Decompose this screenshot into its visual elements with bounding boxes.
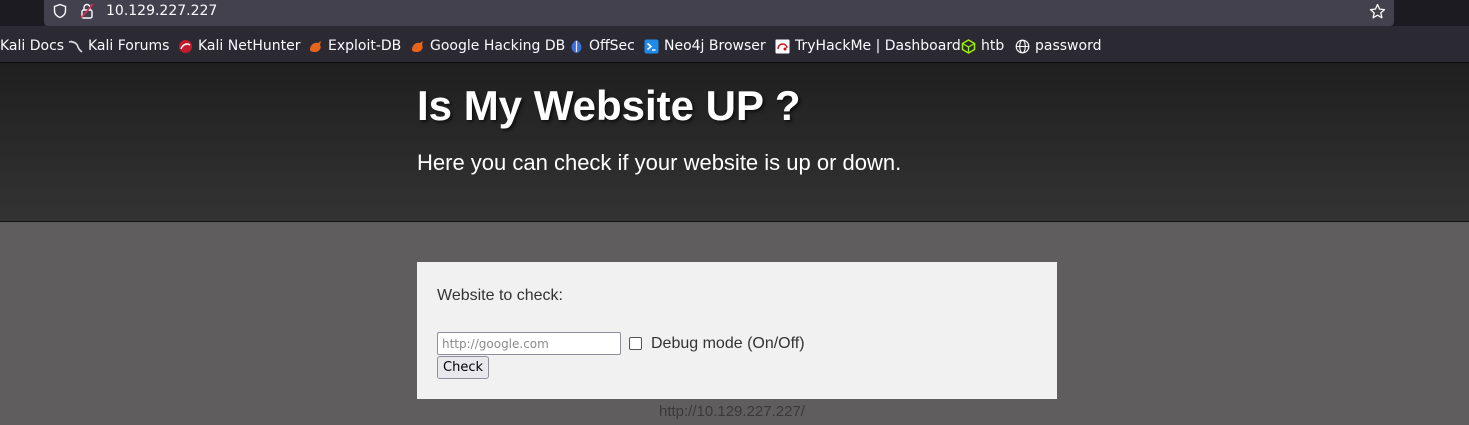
bookmark-kali-forums[interactable]: Kali Forums bbox=[68, 37, 169, 55]
website-url-input[interactable] bbox=[437, 332, 621, 355]
url-bar[interactable] bbox=[44, 0, 1394, 26]
bookmark-label: OffSec bbox=[589, 38, 635, 54]
bookmark-label: Kali NetHunter bbox=[198, 38, 301, 54]
check-form-panel bbox=[417, 262, 1057, 399]
page-subtitle: Here you can check if your website is up… bbox=[417, 150, 902, 175]
bookmark-label: TryHackMe | Dashboard bbox=[795, 38, 961, 54]
bookmark-kali-docs[interactable]: Kali Docs bbox=[0, 37, 64, 55]
htb-cube-icon bbox=[961, 38, 976, 54]
debug-mode-checkbox[interactable] bbox=[629, 337, 642, 350]
tryhackme-icon bbox=[775, 39, 790, 54]
offsec-icon bbox=[569, 39, 584, 54]
page-title: Is My Website UP ? bbox=[417, 82, 801, 129]
exploitdb-icon bbox=[308, 39, 323, 54]
globe-icon bbox=[1015, 39, 1030, 54]
bookmark-label: htb bbox=[981, 38, 1005, 54]
bookmark-htb[interactable]: htb bbox=[961, 37, 1004, 55]
bookmark-label: Kali Docs bbox=[0, 38, 65, 54]
bookmark-label: Exploit-DB bbox=[328, 38, 402, 54]
bookmark-google-hacking-db[interactable]: Google Hacking DB bbox=[410, 37, 565, 55]
bookmarks-toolbar: Kali Docs Kali Forums Kali NetHunter Exp… bbox=[0, 26, 1469, 63]
website-label: Website to check: bbox=[437, 287, 563, 304]
bookmark-kali-nethunter[interactable]: Kali NetHunter bbox=[178, 37, 300, 55]
bookmark-password[interactable]: password bbox=[1015, 37, 1101, 55]
bookmark-tryhackme-dashboard[interactable]: TryHackMe | Dashboard bbox=[775, 37, 961, 55]
url-text[interactable]: 10.129.227.227 bbox=[106, 3, 217, 20]
star-icon[interactable] bbox=[1369, 3, 1386, 20]
debug-mode-label[interactable]: Debug mode (On/Off) bbox=[651, 334, 805, 353]
bookmark-label: Kali Forums bbox=[88, 38, 170, 54]
ghdb-icon bbox=[410, 39, 425, 54]
lock-icon[interactable] bbox=[80, 3, 94, 19]
shield-icon[interactable] bbox=[52, 3, 68, 19]
bookmark-label: Neo4j Browser bbox=[664, 38, 766, 54]
bookmark-label: Google Hacking DB bbox=[430, 38, 566, 54]
footer-url: http://10.129.227.227/ bbox=[659, 403, 805, 420]
bookmark-label: password bbox=[1035, 38, 1102, 54]
check-button[interactable]: Check bbox=[437, 356, 489, 379]
kali-icon bbox=[68, 39, 83, 54]
bookmark-exploit-db[interactable]: Exploit-DB bbox=[308, 37, 401, 55]
bookmark-neo4j-browser[interactable]: Neo4j Browser bbox=[644, 37, 766, 55]
bookmark-offsec[interactable]: OffSec bbox=[569, 37, 635, 55]
terminal-icon bbox=[644, 39, 659, 54]
nethunter-icon bbox=[178, 39, 193, 54]
